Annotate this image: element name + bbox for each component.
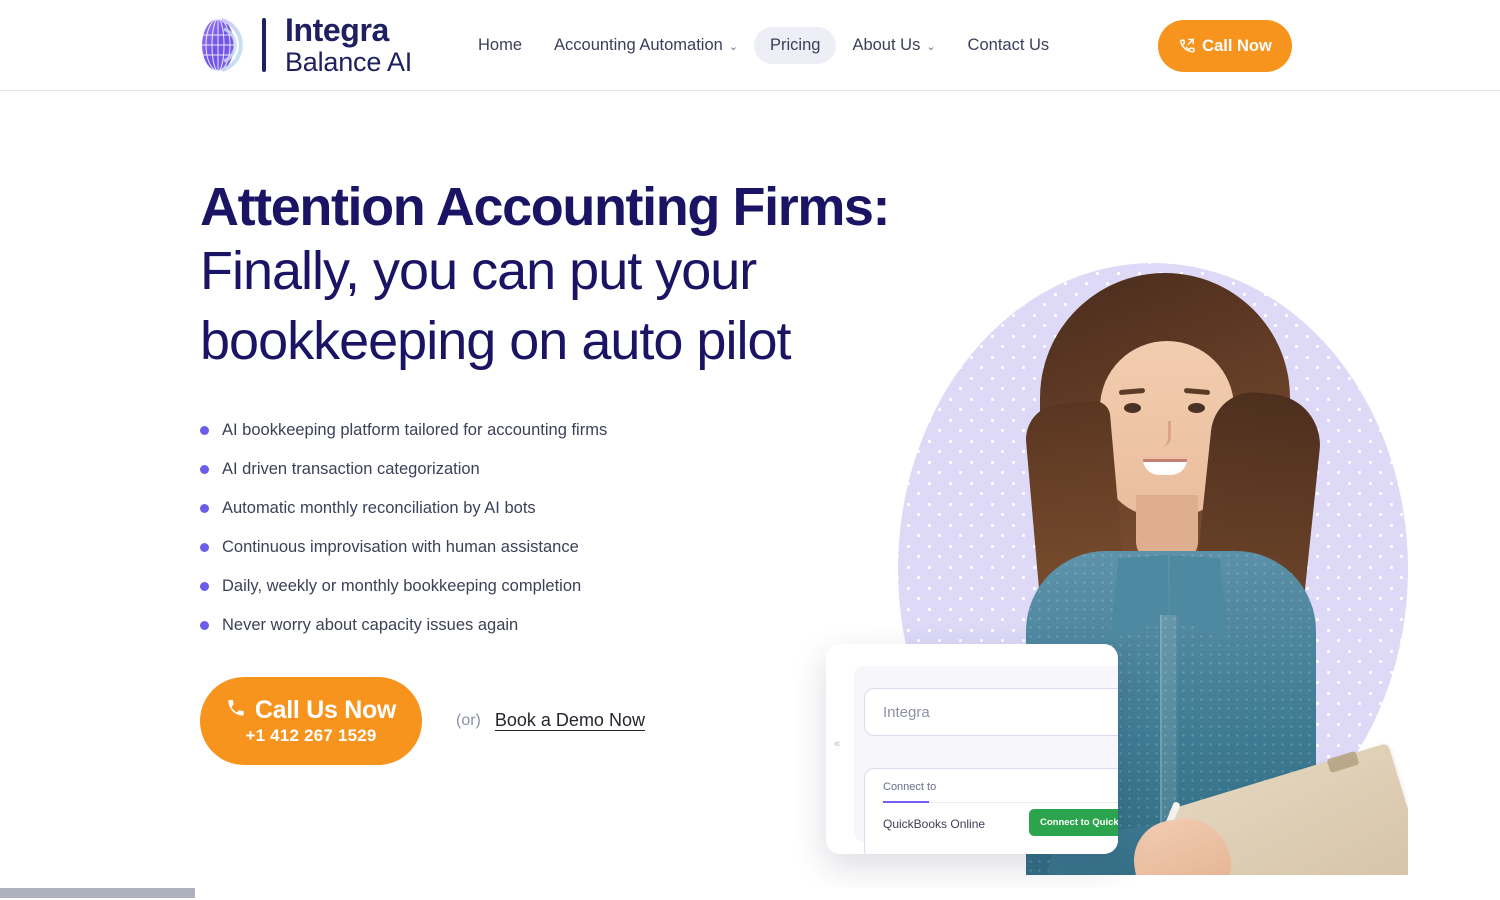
list-item-label: AI driven transaction categorization [222,459,480,478]
phone-icon [226,696,246,725]
collapse-handle-icon[interactable]: « [834,738,840,750]
list-item: Automatic monthly reconciliation by AI b… [200,499,900,518]
nav-item-accounting-automation-label: Accounting Automation [554,36,723,54]
eye-left [1124,403,1141,413]
feature-list: AI bookkeeping platform tailored for acc… [200,421,900,635]
brand-logo[interactable]: Integra Balance AI [196,12,412,78]
call-us-now-phone: +1 412 267 1529 [245,725,377,745]
chevron-down-icon: ⌄ [728,41,739,53]
page-title: Attention Accounting Firms: Finally, you… [200,177,900,376]
list-item: Daily, weekly or monthly bookkeeping com… [200,577,900,596]
bullet-dot-icon [200,620,209,630]
connect-active-underline [883,801,929,803]
nav-item-pricing[interactable]: Pricing [754,27,837,64]
book-a-demo-link[interactable]: Book a Demo Now [495,710,645,731]
list-item-label: Daily, weekly or monthly bookkeeping com… [222,576,582,595]
call-us-now-label: Call Us Now [254,695,397,724]
nav-item-accounting-automation[interactable]: Accounting Automation ⌄ [538,27,754,64]
connect-to-label: Connect to [883,781,937,793]
headline-line-2: Finally, you can put your [200,241,757,302]
site-header: Integra Balance AI Home Accounting Autom… [0,0,1500,91]
list-item: Continuous improvisation with human assi… [200,538,900,557]
connect-to-quickbooks-button[interactable]: Connect to QuickBooks [1029,809,1118,836]
cta-row: Call Us Now +1 412 267 1529 (or) Book a … [200,676,900,765]
bullet-dot-icon [200,425,209,435]
brand-name-line2: Balance AI [285,46,413,77]
bullet-dot-icon [200,503,209,513]
provider-name: QuickBooks Online [883,817,986,831]
globe-icon [196,12,250,78]
nav-item-contact-us-label: Contact Us [967,36,1050,54]
horizontal-scrollbar-thumb[interactable] [0,888,195,898]
call-now-button[interactable]: Call Now [1158,20,1292,72]
hero-content: Attention Accounting Firms: Finally, you… [200,177,900,765]
bullet-dot-icon [200,581,209,591]
nav-item-about-us-label: About Us [852,36,921,54]
phone-outgoing-icon [1178,38,1195,55]
list-item-label: Continuous improvisation with human assi… [222,537,579,556]
call-us-now-button[interactable]: Call Us Now +1 412 267 1529 [200,676,422,765]
or-separator: (or) [456,711,481,729]
nose [1156,421,1171,447]
list-item: Never worry about capacity issues again [200,616,900,635]
chevron-down-icon: ⌄ [926,41,936,53]
brand-name-line1: Integra [285,12,389,49]
list-item-label: Never worry about capacity issues again [222,615,519,634]
connect-panel: Connect to QuickBooks Online Connect to … [864,768,1118,854]
brand-name: Integra Balance AI [285,12,413,77]
nav-item-about-us[interactable]: About Us ⌄ [836,27,951,64]
list-item-label: AI bookkeeping platform tailored for acc… [222,420,608,439]
nav-item-home-label: Home [478,36,523,54]
hero-section: Attention Accounting Firms: Finally, you… [0,91,1500,891]
call-now-label: Call Now [1202,36,1272,55]
call-us-now-top: Call Us Now [226,696,396,725]
search-input[interactable]: Integra [864,688,1118,736]
horizontal-scrollbar-track[interactable] [0,888,1500,900]
bullet-dot-icon [200,542,209,552]
brand-divider [262,18,266,72]
bullet-dot-icon [200,464,209,474]
headline-line-1: Attention Accounting Firms: [200,177,891,237]
list-item: AI bookkeeping platform tailored for acc… [200,421,900,440]
nav-item-pricing-label: Pricing [770,36,821,54]
eye-right [1188,403,1205,413]
main-navigation: Home Accounting Automation ⌄ Pricing Abo… [462,27,1065,64]
nav-item-contact-us[interactable]: Contact Us [952,27,1066,64]
integration-app-card: « Integra Connect to QuickBooks Online C… [826,644,1118,854]
nav-item-home[interactable]: Home [462,27,538,64]
list-item-label: Automatic monthly reconciliation by AI b… [222,498,536,517]
list-item: AI driven transaction categorization [200,460,900,479]
headline-line-3: bookkeeping on auto pilot [200,310,792,371]
